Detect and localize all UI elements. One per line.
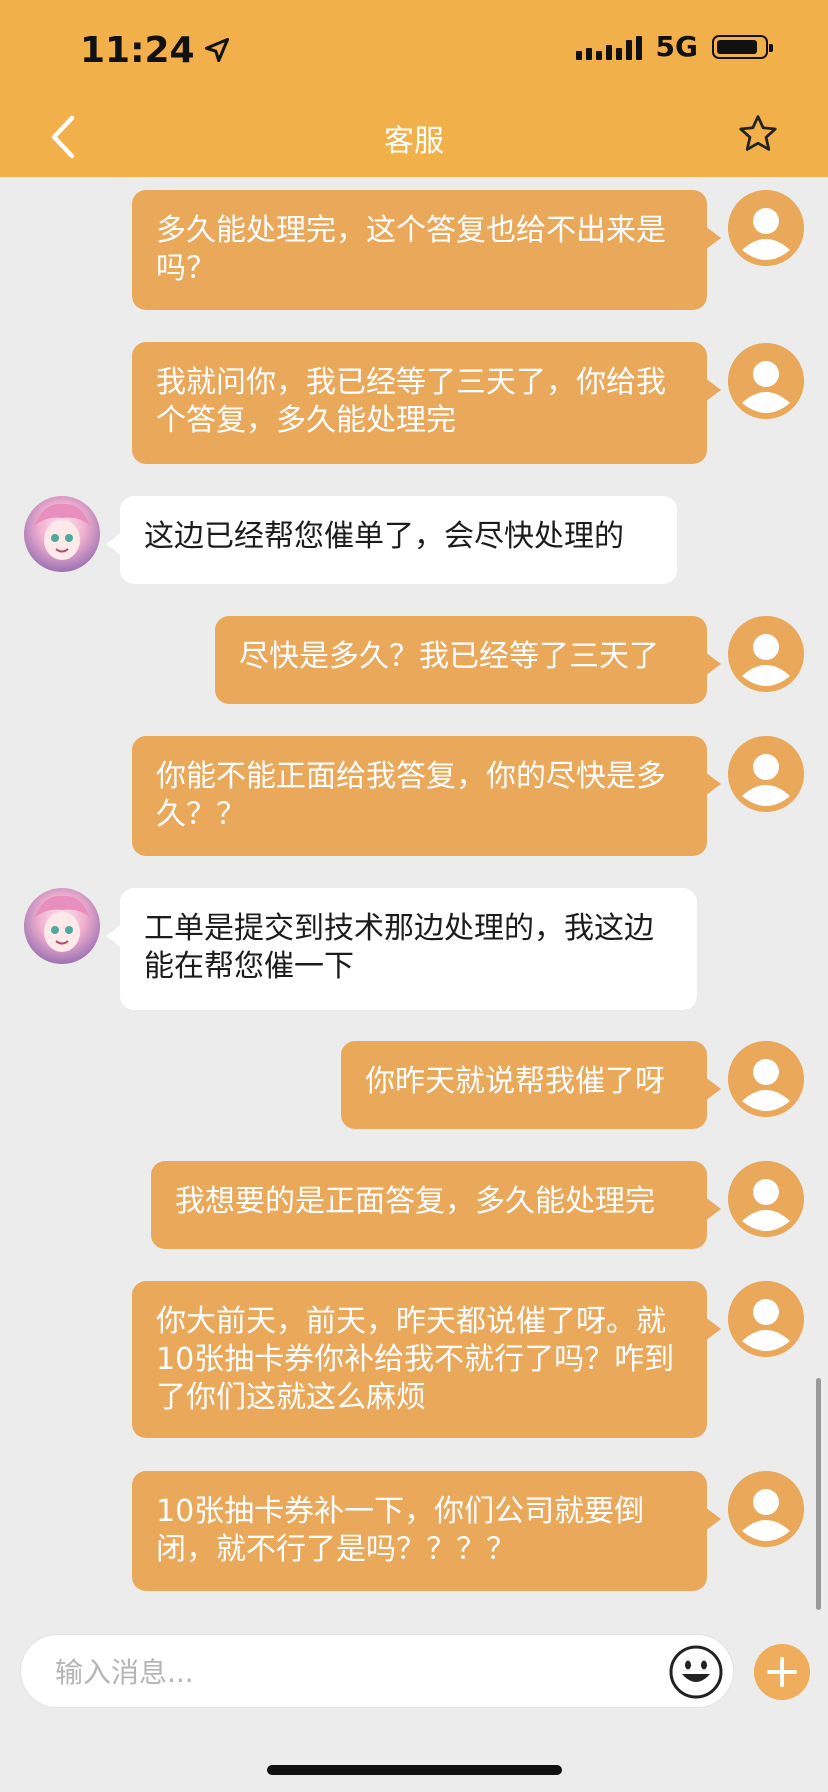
user-avatar[interactable] [728, 736, 804, 812]
user-avatar[interactable] [728, 1161, 804, 1237]
agent-avatar[interactable] [24, 496, 100, 572]
scrollbar[interactable] [816, 1378, 821, 1610]
network-type: 5G [655, 30, 698, 63]
agent-avatar[interactable] [24, 888, 100, 964]
header-bar: 11:24 5G 客服 [0, 0, 828, 177]
message-bubble-out[interactable]: 我想要的是正面答复，多久能处理完 [151, 1161, 721, 1249]
user-avatar[interactable] [728, 1471, 804, 1547]
status-indicators: 5G [575, 30, 773, 63]
battery-icon [712, 34, 773, 59]
page-title: 客服 [384, 124, 444, 159]
user-avatar[interactable] [728, 616, 804, 692]
user-avatar[interactable] [728, 1041, 804, 1117]
message-bubble-out[interactable]: 10张抽卡券补一下，你们公司就要倒闭，就不行了是吗？？？？ [132, 1471, 721, 1591]
signal-icon [575, 34, 642, 60]
message-input[interactable] [53, 1635, 657, 1709]
user-avatar[interactable] [728, 1281, 804, 1357]
message-bubble-out[interactable]: 你大前天，前天，昨天都说催了呀。就10张抽卡券你补给我不就行了吗？咋到了你们这就… [132, 1281, 721, 1438]
message-bubble-in[interactable]: 工单是提交到技术那边处理的，我这边能在帮您催一下 [106, 888, 697, 1010]
add-button[interactable] [754, 1644, 810, 1700]
message-bubble-out[interactable]: 我就问你，我已经等了三天了，你给我个答复，多久能处理完 [132, 342, 721, 464]
user-avatar[interactable] [728, 343, 804, 419]
status-time: 11:24 [80, 28, 231, 72]
emoji-button[interactable] [668, 1644, 724, 1700]
message-bubble-out[interactable]: 你昨天就说帮我催了呀 [341, 1041, 721, 1129]
message-input-container[interactable] [20, 1634, 734, 1709]
message-bubble-in[interactable]: 这边已经帮您催单了，会尽快处理的 [106, 496, 677, 584]
message-bubble-out[interactable]: 多久能处理完，这个答复也给不出来是吗？ [132, 190, 721, 310]
location-arrow-icon [204, 37, 229, 63]
user-avatar[interactable] [728, 190, 804, 266]
home-indicator[interactable] [267, 1765, 562, 1775]
message-bubble-out[interactable]: 尽快是多久？我已经等了三天了 [215, 616, 721, 704]
message-bubble-out[interactable]: 你能不能正面给我答复，你的尽快是多久？？ [132, 736, 721, 856]
favorite-star-button[interactable] [736, 112, 780, 156]
